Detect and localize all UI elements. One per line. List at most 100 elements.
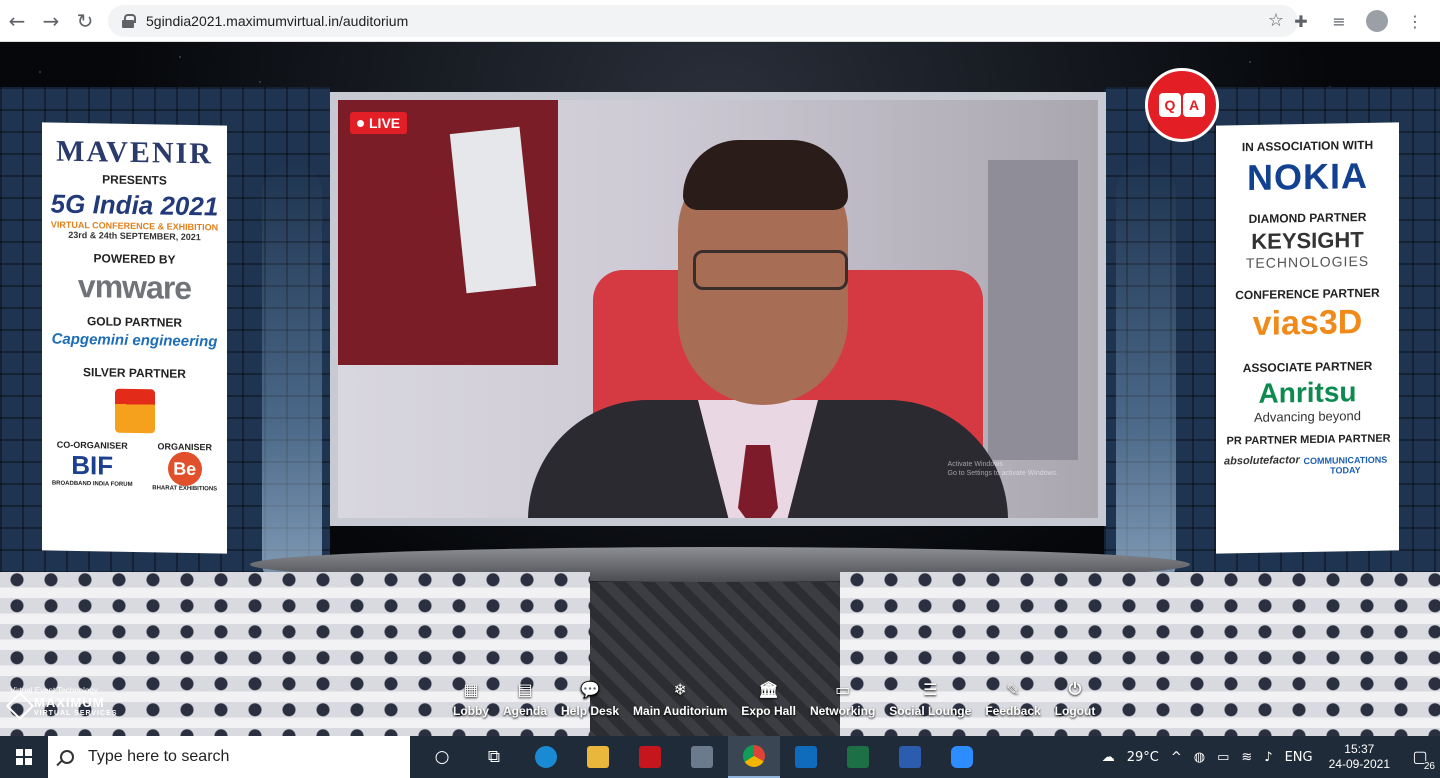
event-dates: 23rd & 24th SEPTEMBER, 2021 xyxy=(68,229,201,243)
absolutefactor-logo: absolutefactor xyxy=(1224,454,1300,468)
nav-agenda-label: Agenda xyxy=(503,704,548,718)
chrome-icon[interactable] xyxy=(728,736,780,778)
video-backdrop-window xyxy=(988,160,1078,460)
qa-icon-a: A xyxy=(1183,93,1205,117)
bookmark-star-icon[interactable]: ☆ xyxy=(1268,10,1284,31)
live-badge: LIVE xyxy=(350,112,408,134)
bif-logo: BIF xyxy=(71,449,114,481)
capgemini-logo: Capgemini engineering xyxy=(51,330,218,351)
excel-icon[interactable] xyxy=(832,736,884,778)
nav-lobby[interactable]: ▦ Lobby xyxy=(446,679,496,719)
vias3d-logo: vias3D xyxy=(1252,303,1363,343)
co-organiser-label: CO-ORGANISER xyxy=(56,439,128,451)
weather-icon[interactable]: ☁ xyxy=(1096,750,1121,765)
activate-windows-watermark: Activate Windows Go to Settings to activ… xyxy=(948,460,1059,478)
system-tray: ☁ 29°C ^ ◍ ▭ ≋ ♪ ENG 15:37 24-09-2021 ▢ 2… xyxy=(1096,736,1440,778)
live-dot-icon xyxy=(357,119,364,127)
reload-button[interactable]: ↻ xyxy=(68,4,102,38)
nav-help-desk-label: Help Desk xyxy=(561,704,620,718)
maximum-logo-icon xyxy=(5,691,35,721)
media-partner-label: MEDIA PARTNER xyxy=(1300,432,1391,447)
speaker-hair xyxy=(683,140,848,210)
watermark-line2: Go to Settings to activate Windows. xyxy=(947,470,1059,477)
nav-networking-label: Networking xyxy=(809,704,876,718)
taskbar-search[interactable]: Type here to search xyxy=(48,736,410,778)
edit-icon: ✎ xyxy=(1006,679,1020,699)
mavenir-logo: MAVENIR xyxy=(56,134,213,171)
clock-date: 24-09-2021 xyxy=(1328,757,1390,771)
nav-agenda[interactable]: ▤ Agenda xyxy=(496,679,554,719)
watermark-line1: Activate Windows xyxy=(947,461,1003,468)
be-subtitle: BHARAT EXHIBITIONS xyxy=(152,485,218,493)
qa-icon-q: Q xyxy=(1159,93,1181,117)
keysight-logo: KEYSIGHT xyxy=(1251,227,1364,254)
word-icon[interactable] xyxy=(884,736,936,778)
anritsu-logo: Anritsu xyxy=(1258,376,1357,409)
qa-button[interactable]: Q A xyxy=(1145,68,1219,142)
battery-icon[interactable]: ▭ xyxy=(1211,750,1235,765)
nav-expo-hall[interactable]: 🏛 Expo Hall xyxy=(734,679,803,719)
maximum-virtual-logo: Virtual Event Technology MAXIMUM VIRTUAL… xyxy=(5,686,118,721)
pr-partner-label: PR PARTNER xyxy=(1226,434,1298,448)
start-button[interactable] xyxy=(0,736,48,778)
be-logo: Be xyxy=(167,451,202,487)
lobby-icon: ▦ xyxy=(463,679,479,699)
lounge-icon: ☰ xyxy=(923,679,938,699)
nav-feedback-label: Feedback xyxy=(985,704,1041,718)
windows-taskbar: Type here to search ○ ⧉ ☁ 29°C ^ ◍ ▭ ≋ ♪… xyxy=(0,736,1440,778)
search-icon xyxy=(60,750,74,764)
weather-temp[interactable]: 29°C xyxy=(1121,750,1165,765)
nav-networking[interactable]: ▭ Networking xyxy=(803,679,882,719)
wifi-icon[interactable]: ≋ xyxy=(1235,750,1258,765)
browser-menu-icon[interactable]: ⋮ xyxy=(1398,4,1432,38)
live-video-player[interactable]: LIVE Activate Windows Go to Settings to … xyxy=(338,100,1098,518)
clock-time: 15:37 xyxy=(1344,742,1375,756)
vendor-sub: VIRTUAL SERVICES xyxy=(34,710,118,717)
live-label: LIVE xyxy=(369,115,401,131)
clock[interactable]: 15:37 24-09-2021 xyxy=(1319,742,1400,772)
media-control-icon[interactable]: ≡ xyxy=(1322,4,1356,38)
language-indicator[interactable]: ENG xyxy=(1279,750,1319,765)
nav-expo-hall-label: Expo Hall xyxy=(741,704,796,718)
store-icon[interactable] xyxy=(676,736,728,778)
network-icon[interactable]: ◍ xyxy=(1188,750,1211,765)
forward-button[interactable]: → xyxy=(34,4,68,38)
organiser-label: ORGANISER xyxy=(157,441,212,453)
volume-icon[interactable]: ♪ xyxy=(1258,750,1278,765)
zoom-icon[interactable] xyxy=(936,736,988,778)
browser-toolbar: ← → ↻ 5gindia2021.maximumvirtual.in/audi… xyxy=(0,0,1440,42)
keysight-subtitle: TECHNOLOGIES xyxy=(1245,252,1370,272)
bottom-navigation: ▦ Lobby ▤ Agenda 💬 Help Desk ❄ Main Audi… xyxy=(446,679,1103,719)
nav-main-auditorium-label: Main Auditorium xyxy=(633,704,728,718)
nav-social-lounge[interactable]: ☰ Social Lounge xyxy=(882,679,978,719)
stage-screen: LIVE Activate Windows Go to Settings to … xyxy=(330,92,1106,526)
profile-avatar[interactable] xyxy=(1366,10,1388,32)
acrobat-icon[interactable] xyxy=(624,736,676,778)
nav-social-lounge-label: Social Lounge xyxy=(889,704,972,718)
nav-logout[interactable]: ⏻ Logout xyxy=(1048,679,1103,718)
networking-icon: ▭ xyxy=(835,679,851,699)
notification-center-icon[interactable]: ▢ 26 xyxy=(1400,736,1440,778)
nav-main-auditorium[interactable]: ❄ Main Auditorium xyxy=(626,680,734,719)
sponsor-banner-right: IN ASSOCIATION WITH NOKIA DIAMOND PARTNE… xyxy=(1216,122,1399,554)
outlook-icon[interactable] xyxy=(780,736,832,778)
extensions-icon[interactable]: ✚ xyxy=(1284,4,1318,38)
edge-icon[interactable] xyxy=(520,736,572,778)
nav-help-desk[interactable]: 💬 Help Desk xyxy=(554,679,626,719)
nokia-logo: NOKIA xyxy=(1247,154,1368,199)
show-hidden-icons[interactable]: ^ xyxy=(1165,750,1188,765)
building-icon: 🏛 xyxy=(758,679,779,699)
calendar-icon: ▤ xyxy=(517,679,533,699)
cortana-icon[interactable]: ○ xyxy=(416,736,468,778)
back-button[interactable]: ← xyxy=(0,4,34,38)
chat-icon: 💬 xyxy=(580,679,600,699)
search-placeholder[interactable]: Type here to search xyxy=(88,748,229,766)
communications-today-logo: COMMUNICATIONS TODAY xyxy=(1303,454,1388,476)
auditorium-scene: MAVENIR PRESENTS 5G India 2021 VIRTUAL C… xyxy=(0,42,1440,736)
file-explorer-icon[interactable] xyxy=(572,736,624,778)
address-bar[interactable]: 5gindia2021.maximumvirtual.in/auditorium… xyxy=(108,5,1298,37)
task-view-icon[interactable]: ⧉ xyxy=(468,736,520,778)
nav-feedback[interactable]: ✎ Feedback xyxy=(978,679,1047,719)
url-text[interactable]: 5gindia2021.maximumvirtual.in/auditorium xyxy=(146,13,408,29)
power-icon: ⏻ xyxy=(1068,679,1082,698)
